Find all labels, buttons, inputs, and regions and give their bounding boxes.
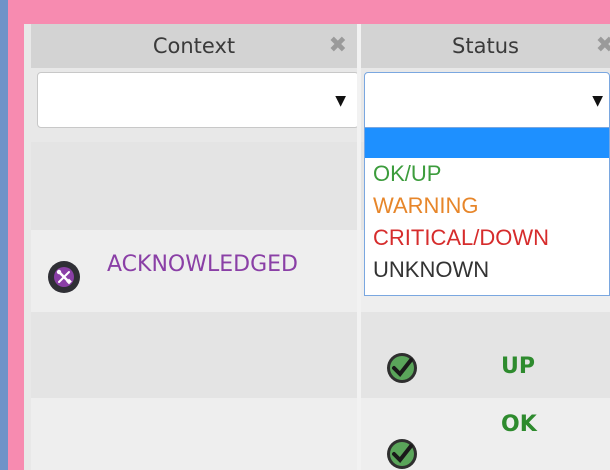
status-option-ok-up[interactable]: OK/UP — [365, 158, 609, 190]
column-divider — [357, 24, 361, 470]
column-header-context[interactable]: Context ✖ — [31, 24, 357, 68]
table-panel: Context ✖ Status ✖ ▼ ▼ ACKNOWLEDGED UP O… — [24, 24, 610, 470]
remove-column-context-icon[interactable]: ✖ — [329, 33, 347, 58]
status-filter-select[interactable]: ▼ — [364, 72, 610, 128]
chevron-down-icon: ▼ — [592, 93, 603, 109]
column-label-status: Status — [452, 34, 519, 58]
context-filter-select[interactable]: ▼ — [37, 72, 359, 128]
status-dropdown-list[interactable]: OK/UP WARNING CRITICAL/DOWN UNKNOWN — [364, 128, 610, 296]
status-up-label: UP — [501, 354, 535, 379]
remove-column-status-icon[interactable]: ✖ — [596, 33, 610, 58]
status-option-critical-down[interactable]: CRITICAL/DOWN — [365, 222, 609, 254]
context-acknowledged-label: ACKNOWLEDGED — [107, 252, 298, 277]
tools-icon — [48, 261, 80, 293]
status-option-warning[interactable]: WARNING — [365, 190, 609, 222]
status-ok-label: OK — [501, 412, 537, 437]
chevron-down-icon: ▼ — [335, 93, 346, 109]
column-header-status[interactable]: Status ✖ — [361, 24, 610, 68]
table-row[interactable]: OK — [31, 398, 610, 470]
check-icon — [387, 353, 417, 383]
table-row[interactable]: UP — [31, 312, 610, 398]
check-icon — [387, 439, 417, 469]
status-option-unknown[interactable]: UNKNOWN — [365, 254, 609, 286]
status-option-blank[interactable] — [365, 128, 609, 158]
column-label-context: Context — [152, 34, 236, 58]
